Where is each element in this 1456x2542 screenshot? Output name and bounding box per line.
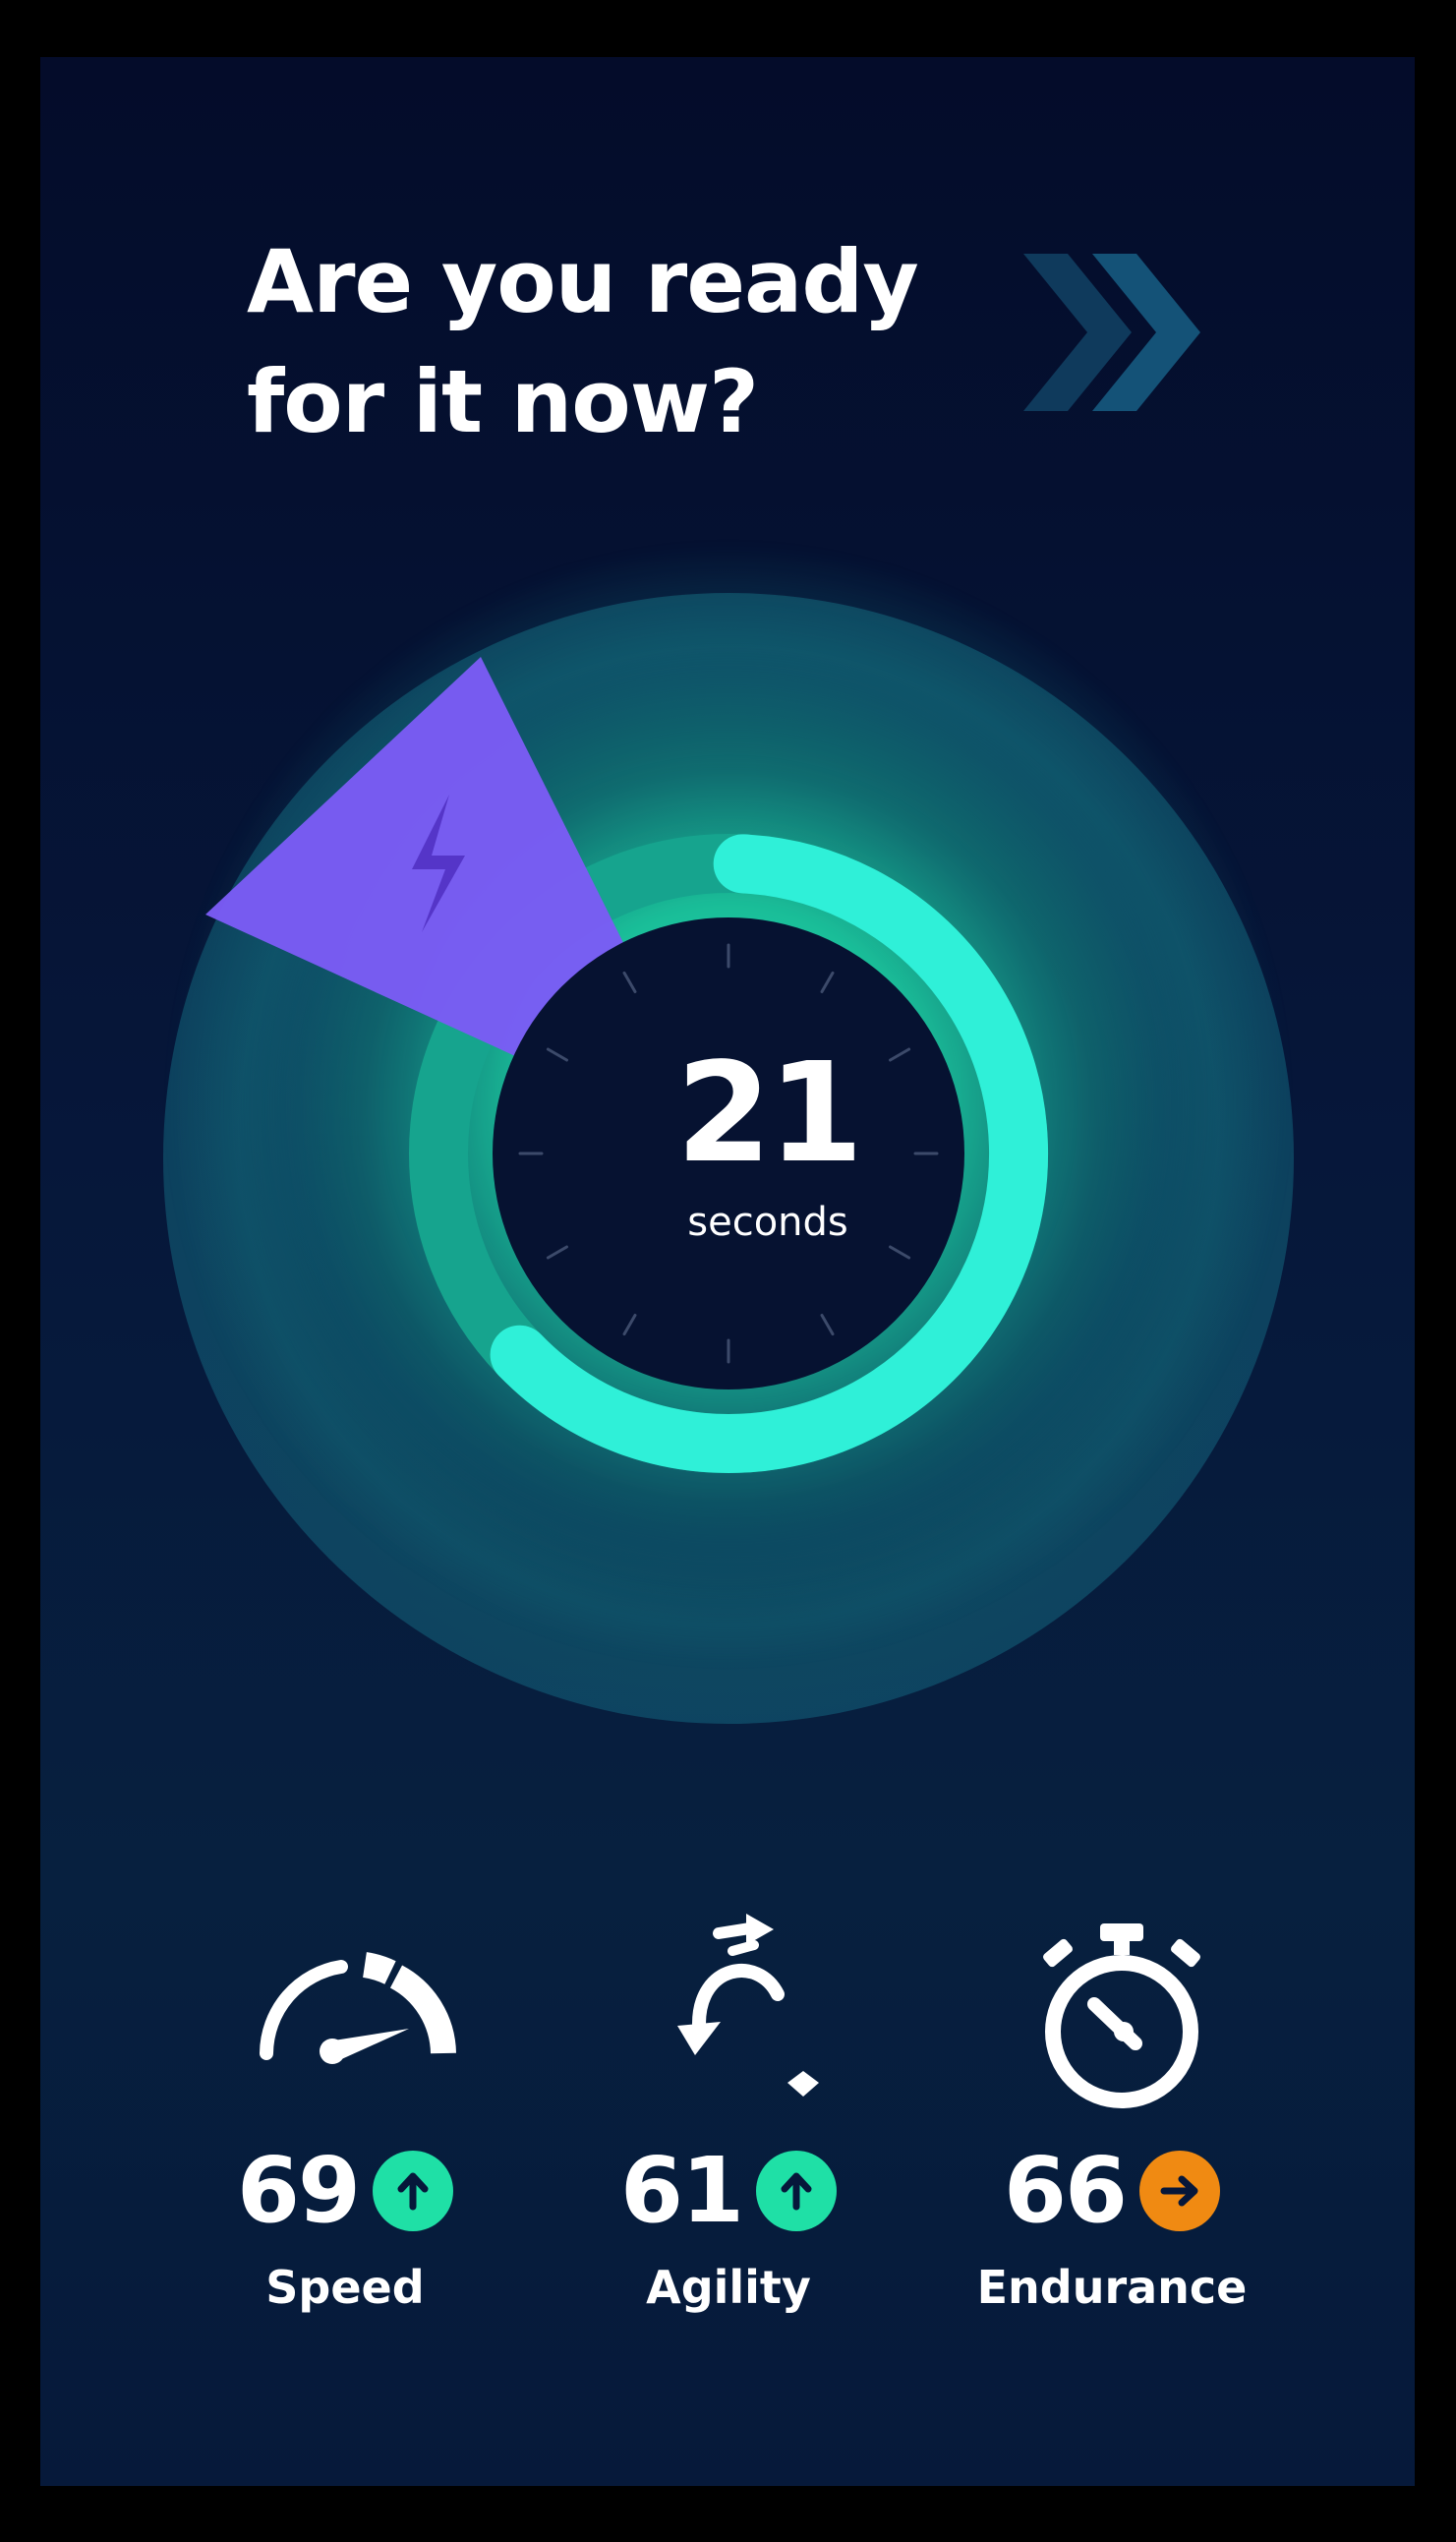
- screen-frame: Are you ready for it now? 21 seconds 69 …: [40, 57, 1415, 2486]
- stat-value-row: 69: [148, 2132, 542, 2250]
- double-chevron-right-icon: [1023, 254, 1200, 411]
- trend-badge-up: [373, 2151, 454, 2231]
- stat-value-row: 66: [915, 2132, 1309, 2250]
- timer-value: 21: [675, 1034, 864, 1194]
- headline-line-2: for it now?: [247, 351, 759, 452]
- stat-value: 61: [619, 2138, 744, 2243]
- stat-endurance[interactable]: 66 Endurance: [915, 1906, 1309, 2319]
- stat-value: 69: [236, 2138, 361, 2243]
- headline: Are you ready for it now?: [247, 222, 1053, 462]
- arrow-up-icon: [397, 2172, 429, 2211]
- stat-label: Speed: [265, 2261, 425, 2314]
- trend-badge-up: [756, 2151, 838, 2231]
- stat-value-row: 61: [532, 2132, 925, 2250]
- trend-badge-flat: [1139, 2151, 1221, 2231]
- arrow-right-icon: [1160, 2175, 1198, 2207]
- stat-value: 66: [1003, 2138, 1128, 2243]
- stat-label: Endurance: [976, 2261, 1248, 2314]
- timer-unit: seconds: [687, 1200, 848, 1245]
- stat-speed[interactable]: 69 Speed: [148, 1906, 542, 2319]
- arrow-up-icon: [781, 2172, 812, 2211]
- agility-arrows-icon: [630, 1906, 846, 2122]
- headline-line-1: Are you ready: [247, 231, 919, 332]
- stopwatch-icon: [1014, 1906, 1230, 2122]
- speedometer-icon: [247, 1906, 463, 2122]
- stat-label: Agility: [646, 2261, 811, 2314]
- next-button[interactable]: [1014, 234, 1210, 431]
- stat-agility[interactable]: 61 Agility: [532, 1906, 925, 2319]
